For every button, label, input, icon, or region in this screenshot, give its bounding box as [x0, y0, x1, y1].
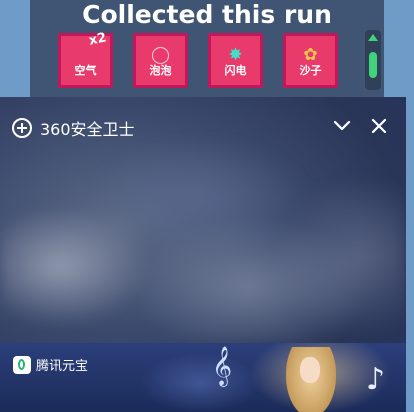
- yuanbao-icon: [13, 355, 31, 374]
- game-edge: [406, 97, 414, 412]
- item-count-badge: x2: [87, 30, 108, 49]
- item-label: 空气: [74, 64, 97, 77]
- item-label: 闪电: [224, 64, 247, 77]
- collected-item-air[interactable]: x2 空气: [58, 30, 113, 88]
- item-label: 沙子: [299, 64, 322, 77]
- scroll-up-icon[interactable]: [368, 34, 378, 41]
- music-note-icon: ♪: [366, 362, 386, 397]
- item-label: 泡泡: [149, 64, 172, 77]
- ad-video-placeholder[interactable]: [0, 137, 406, 342]
- brand-name: 腾讯元宝: [36, 359, 89, 374]
- music-note-icon: 𝄞: [212, 346, 233, 386]
- banner-artwork: [0, 343, 406, 412]
- ad-header: 360安全卫士: [12, 116, 135, 140]
- ad-banner[interactable]: 𝄞 ♪ 腾讯元宝: [0, 343, 406, 412]
- game-title: Collected this run: [82, 0, 332, 29]
- close-icon[interactable]: [370, 117, 388, 135]
- collected-item-sand[interactable]: ✿ 沙子: [283, 33, 338, 88]
- ad-popup[interactable]: 360安全卫士 𝄞 ♪ 腾讯元宝: [0, 97, 406, 412]
- 360-logo-icon: [12, 118, 32, 138]
- collected-item-lightning[interactable]: ✸ 闪电: [208, 33, 263, 88]
- items-scrollbar[interactable]: [365, 30, 381, 90]
- scroll-thumb[interactable]: [369, 52, 377, 78]
- collected-item-bubble[interactable]: ◯ 泡泡: [133, 33, 188, 88]
- ad-title: 360安全卫士: [40, 120, 135, 139]
- brand-logo: 腾讯元宝: [13, 355, 88, 374]
- character-face: [300, 357, 320, 383]
- chevron-down-icon[interactable]: [333, 119, 351, 133]
